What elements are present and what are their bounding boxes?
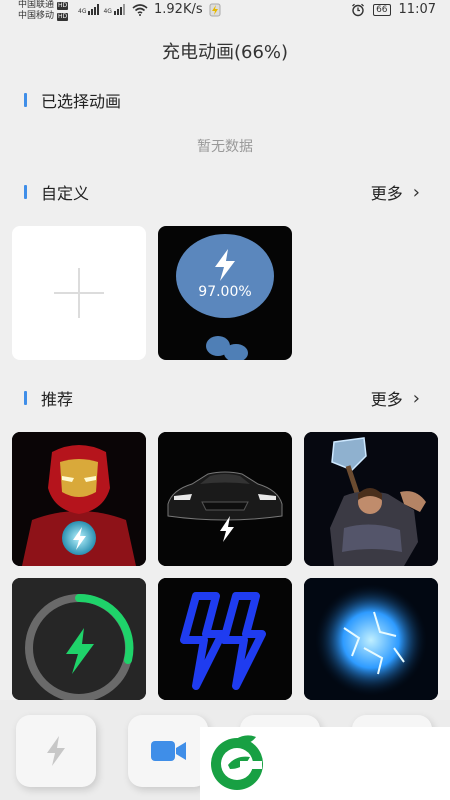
custom-animation-tile[interactable]: 97.00% (158, 226, 292, 360)
blue-bolts-image (158, 578, 292, 700)
carrier-1-label: 中国联通 (18, 0, 55, 10)
network-status: 1.92K/s (132, 2, 221, 17)
recommended-tile-green-ring[interactable] (12, 578, 146, 700)
carrier-2-label: 中国移动 (18, 11, 55, 21)
section-recommended-label: 推荐 (41, 390, 74, 409)
charge-percent-text: 97.00% (198, 284, 252, 300)
carrier-info: 中国联通 HD 中国移动 HD (18, 0, 69, 22)
network-speed: 1.92K/s (154, 2, 203, 17)
signal-2-icon: 4G (103, 3, 125, 15)
bolt-icon (215, 249, 235, 281)
battery-indicator: 66 (373, 3, 391, 16)
custom-more-link[interactable]: 更多 › (371, 180, 420, 204)
leaf-logo-icon (211, 735, 263, 790)
section-selected-header: 已选择动画 (24, 88, 121, 112)
wifi-icon (132, 3, 148, 16)
energy-orb-image (304, 578, 438, 700)
car-image (158, 432, 292, 566)
thor-image (304, 432, 438, 566)
iron-man-image (12, 432, 146, 566)
section-custom-label: 自定义 (41, 184, 90, 203)
page-title: 充电动画(66%) (161, 42, 289, 63)
section-custom-header: 自定义 (24, 180, 89, 204)
watermark-overlay (200, 727, 450, 800)
recommended-tile-iron-man[interactable] (12, 432, 146, 566)
signal-1-icon: 4G (78, 3, 100, 15)
status-bar: 中国联通 HD 中国移动 HD 4G 4G 1.92K/s 66 11:07 (0, 0, 450, 22)
recommended-tile-thor[interactable] (304, 432, 438, 566)
nav-charging-button[interactable] (16, 715, 96, 787)
recommended-tile-car[interactable] (158, 432, 292, 566)
recommended-tile-blue-bolts[interactable] (158, 578, 292, 700)
chevron-right-icon: › (412, 181, 420, 203)
recommended-more-link[interactable]: 更多 › (371, 386, 420, 410)
more-label: 更多 (370, 390, 403, 409)
chevron-right-icon: › (412, 387, 420, 409)
empty-state-text: 暂无数据 (197, 139, 253, 155)
section-bar (24, 185, 27, 199)
more-label: 更多 (370, 184, 403, 203)
section-bar (24, 391, 27, 405)
hd-badge: HD (57, 1, 69, 10)
video-icon (151, 741, 186, 761)
clock: 11:07 (398, 2, 436, 17)
recommended-tile-energy-orb[interactable] (304, 578, 438, 700)
add-animation-button[interactable] (12, 226, 146, 360)
charging-circle: 97.00% (176, 234, 274, 318)
alarm-icon (352, 3, 365, 16)
status-right: 66 11:07 (351, 2, 436, 17)
nav-video-button[interactable] (128, 715, 208, 787)
power-save-icon (209, 3, 221, 16)
section-selected-label: 已选择动画 (41, 92, 122, 111)
section-recommended-header: 推荐 (24, 386, 73, 410)
green-ring-image (12, 578, 146, 700)
bolt-icon (47, 736, 65, 766)
section-bar (24, 93, 27, 107)
hd-badge-2: HD (57, 12, 69, 21)
plus-icon (54, 268, 104, 318)
signal-icons: 4G 4G (78, 3, 125, 15)
